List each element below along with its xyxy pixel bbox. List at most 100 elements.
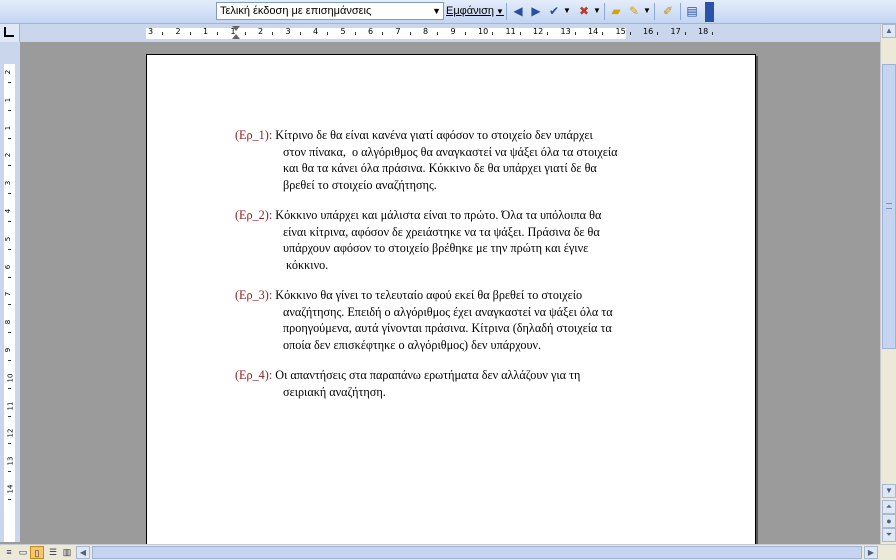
scroll-left-button[interactable]: ◀ <box>76 546 90 559</box>
ruler-tick <box>437 32 438 35</box>
normal-view-button[interactable]: ≡ <box>2 546 16 559</box>
ruler-label: 8 <box>4 319 13 325</box>
vertical-scroll-thumb[interactable] <box>882 64 896 349</box>
ruler-label: 13 <box>6 456 15 466</box>
horizontal-scroll-thumb[interactable] <box>92 546 862 559</box>
ruler-tick <box>574 32 576 35</box>
toolbar-separator <box>506 3 507 20</box>
reading-layout-view-button[interactable]: ▥ <box>60 546 74 559</box>
ruler-tick <box>8 82 11 83</box>
ruler-tick <box>684 32 686 35</box>
chevron-down-icon[interactable]: ▼ <box>642 3 652 19</box>
display-for-review-value: Τελική έκδοση με επισημάνσεις <box>220 5 372 17</box>
paragraph-line: στον πίνακα, ο αλγόριθμος θα αναγκαστεί … <box>283 144 618 159</box>
web-layout-view-button[interactable]: ▭ <box>16 546 30 559</box>
ruler-tick <box>712 32 713 35</box>
chevron-down-icon: ▼ <box>496 7 504 16</box>
ruler-tick <box>327 32 328 35</box>
question-tag: (Ερ_4): <box>235 368 273 382</box>
toolbar-options-button[interactable] <box>705 2 714 22</box>
hanging-indent-marker[interactable] <box>232 34 240 39</box>
ruler-label: 1 <box>203 27 209 36</box>
previous-page-button[interactable]: ⏶ <box>882 500 896 514</box>
first-line-indent-marker[interactable] <box>232 26 240 31</box>
accept-change-icon[interactable]: ✔ <box>546 3 562 19</box>
answer-paragraph-2[interactable]: (Ερ_2): Κόκκινο υπάρχει και μάλιστα είνα… <box>235 207 675 273</box>
previous-change-icon[interactable]: ◀ <box>510 3 526 19</box>
chevron-down-icon[interactable]: ▼ <box>562 3 572 19</box>
ruler-tick <box>8 332 11 334</box>
ruler-tick <box>189 32 191 35</box>
ruler-label: 13 <box>560 27 571 36</box>
ruler-label: 17 <box>670 27 681 36</box>
answer-paragraph-1[interactable]: (Ερ_1): Κίτρινο δε θα είναι κανένα γιατί… <box>235 127 675 193</box>
ruler-tick <box>8 471 11 473</box>
ruler-label: 11 <box>505 27 516 36</box>
ruler-tick <box>492 32 493 35</box>
ruler-tick <box>602 32 603 35</box>
chevron-down-icon[interactable]: ▼ <box>432 3 441 19</box>
vertical-scrollbar[interactable]: ▲ ▼ ⏶ ● ⏷ <box>880 24 896 544</box>
tab-selector-button[interactable] <box>0 24 20 42</box>
ruler-label: 9 <box>450 27 456 36</box>
scroll-right-button[interactable]: ▶ <box>864 546 878 559</box>
highlight-icon[interactable]: ✎ <box>626 3 642 19</box>
reject-change-icon[interactable]: ✖ <box>576 3 592 19</box>
ruler-label: 18 <box>698 27 709 36</box>
print-layout-view-button[interactable]: ▯ <box>30 546 44 559</box>
document-page[interactable]: (Ερ_1): Κίτρινο δε θα είναι κανένα γιατί… <box>146 54 756 554</box>
horizontal-ruler[interactable]: 3 2 1 1 2 3 4 5 6 7 8 9 10 11 12 13 14 15 16 17 18 <box>20 24 896 42</box>
ruler-label: 5 <box>4 236 13 242</box>
paragraph-line: βρεθεί το στοιχείο αναζήτησης. <box>283 177 437 192</box>
select-browse-object-button[interactable]: ● <box>882 514 896 528</box>
question-tag: (Ερ_1): <box>235 128 273 142</box>
answer-paragraph-3[interactable]: (Ερ_3): Κόκκινο θα γίνει το τελευταίο αφ… <box>235 287 675 353</box>
vertical-ruler[interactable]: 2 1 1 2 3 4 5 6 7 8 9 10 11 12 13 14 <box>0 42 20 542</box>
ruler-label: 2 <box>4 153 13 158</box>
ruler-tick <box>8 248 11 250</box>
paragraph-line: Κίτρινο δε θα είναι κανένα γιατί αφόσον … <box>275 128 593 142</box>
ruler-label: 10 <box>478 27 489 36</box>
ruler-tick <box>8 193 11 195</box>
ruler-tick <box>547 32 548 35</box>
paragraph-line: Οι απαντήσεις στα παραπάνω ερωτήματα δεν… <box>275 368 581 382</box>
paragraph-line: Κόκκινο θα γίνει το τελευταίο αφού εκεί … <box>275 288 583 302</box>
outline-view-button[interactable]: ☰ <box>46 546 60 559</box>
scroll-down-button[interactable]: ▼ <box>882 484 896 498</box>
answer-paragraph-4[interactable]: (Ερ_4): Οι απαντήσεις στα παραπάνω ερωτή… <box>235 367 675 400</box>
toolbar-separator <box>654 3 655 20</box>
ruler-label: 7 <box>395 27 401 36</box>
ruler-tick <box>629 32 631 35</box>
ruler-label: 14 <box>6 484 15 494</box>
ruler-label: 4 <box>313 27 319 36</box>
ruler-label: 8 <box>423 27 429 36</box>
scroll-up-button[interactable]: ▲ <box>882 24 896 38</box>
show-menu-button[interactable]: Εμφάνιση ▼ <box>446 5 504 17</box>
chevron-down-icon[interactable]: ▼ <box>592 3 602 19</box>
reviewing-pane-icon[interactable]: ▤ <box>684 3 700 19</box>
new-comment-icon[interactable]: ▰ <box>608 3 624 19</box>
ruler-tick <box>272 32 273 35</box>
ruler-label: 3 <box>285 27 291 36</box>
ruler-tick <box>409 32 411 35</box>
toolbar-separator <box>680 3 681 20</box>
paragraph-line: κόκκινο. <box>283 257 329 272</box>
ruler-tick <box>244 32 246 35</box>
document-area[interactable]: (Ερ_1): Κίτρινο δε θα είναι κανένα γιατί… <box>20 42 880 554</box>
next-change-icon[interactable]: ▶ <box>528 3 544 19</box>
ruler-tick <box>382 32 383 35</box>
track-changes-icon[interactable]: ✐ <box>660 3 676 19</box>
paragraph-line: Κόκκινο υπάρχει και μάλιστα είναι το πρώ… <box>275 208 602 222</box>
ruler-tick <box>8 165 11 167</box>
ruler-label: 2 <box>4 69 13 75</box>
ruler-tick <box>8 499 11 500</box>
question-tag: (Ερ_3): <box>235 288 273 302</box>
show-menu-label: Εμφάνιση <box>446 5 495 17</box>
ruler-label: 12 <box>533 27 544 36</box>
display-for-review-dropdown[interactable]: Τελική έκδοση με επισημάνσεις ▼ <box>216 2 444 20</box>
next-page-button[interactable]: ⏷ <box>882 528 896 542</box>
ruler-tick <box>8 221 11 222</box>
ruler-label: 6 <box>4 264 13 269</box>
ruler-tick <box>354 32 356 35</box>
bottom-bar: ≡ ▭ ▯ ☰ ▥ ◀ ▶ <box>0 544 896 560</box>
